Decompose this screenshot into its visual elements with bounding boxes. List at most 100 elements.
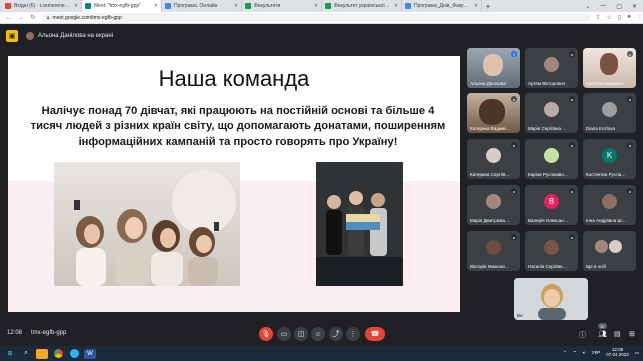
- present-button[interactable]: ⤴: [329, 327, 343, 341]
- share-icon[interactable]: ⇪: [596, 14, 601, 21]
- language-indicator[interactable]: УКР: [592, 350, 600, 355]
- mic-off-icon: 🎙︎: [261, 331, 271, 338]
- browser-tab[interactable]: Факультет української філолог…✕: [322, 0, 402, 12]
- camera-toggle-button[interactable]: ▭: [277, 327, 291, 341]
- camera-off-icon: ▭: [280, 331, 288, 338]
- star-icon[interactable]: ☆: [607, 14, 612, 21]
- info-icon[interactable]: ⓘ: [579, 330, 586, 340]
- more-participants-tile[interactable]: Ще 5 осіб: [583, 231, 636, 271]
- menu-icon[interactable]: ⋮: [637, 14, 643, 21]
- speaking-indicator-icon: ⦀: [511, 51, 517, 57]
- maximize-icon[interactable]: ▢: [616, 3, 622, 10]
- participant-tile[interactable]: ⌀ Катерина Сергіїв…: [467, 139, 520, 179]
- participant-tile[interactable]: ⌀ Інна Андріївна Ш…: [583, 185, 636, 225]
- participant-tile[interactable]: ⌀ Світлана Іванівна: [583, 48, 636, 88]
- browser-tab[interactable]: Програма. Онлайн ✕: [162, 0, 242, 12]
- browser-tab[interactable]: Вхідні (6) - t.semerene-vari@nu…✕: [2, 0, 82, 12]
- participant-tile[interactable]: ⌀ Артем Вікторович: [525, 48, 578, 88]
- leave-call-button[interactable]: ☎: [365, 327, 385, 341]
- participant-tile[interactable]: ⌀ Вікторія Миколаї…: [467, 231, 520, 271]
- meeting-time: 12:08: [7, 330, 23, 336]
- self-view-tile[interactable]: Ви: [514, 278, 588, 320]
- mic-off-icon: ⌀: [627, 188, 633, 194]
- close-window-icon[interactable]: ✕: [632, 3, 637, 10]
- meet-icon: [85, 3, 91, 9]
- word-icon[interactable]: W: [84, 348, 96, 359]
- chrome-icon[interactable]: [52, 349, 64, 359]
- participant-tile[interactable]: ⌀ Diana Kozlova: [583, 93, 636, 133]
- participant-name: Ви: [517, 313, 523, 318]
- participant-tile[interactable]: ⦀ Альона Данілова: [467, 48, 520, 88]
- close-icon[interactable]: ✕: [474, 3, 478, 9]
- chat-icon[interactable]: ▤: [614, 330, 621, 338]
- mic-off-icon: ⌀: [511, 234, 517, 240]
- notifications-icon[interactable]: ▭: [635, 350, 639, 356]
- avatar-letter: B: [544, 194, 559, 209]
- participant-name: Катерина Сергіїв…: [470, 172, 510, 177]
- participant-tile[interactable]: ⌀ Марія Сергіївна …: [525, 93, 578, 133]
- avatar: [26, 31, 34, 40]
- windows-start-icon[interactable]: ⊞: [4, 349, 16, 359]
- participant-tile[interactable]: ⌀ Наталія Сергіївн…: [525, 231, 578, 271]
- close-icon[interactable]: ✕: [74, 3, 78, 9]
- emoji-icon: ☺: [314, 330, 322, 338]
- profile-icon[interactable]: ●: [627, 14, 631, 21]
- back-icon[interactable]: ←: [6, 15, 12, 21]
- participant-name: Інна Андріївна Ш…: [586, 218, 627, 223]
- tab-label: Факультети: [254, 3, 281, 9]
- mic-off-icon: ⌀: [569, 96, 575, 102]
- tab-label: Програма_Днів_Факультету_2024…: [414, 3, 471, 9]
- presenter-info: Альона Данілова на екрані: [26, 31, 113, 40]
- team-photo-selfie: [54, 162, 240, 286]
- url-input[interactable]: 🔒︎ meet.google.com/tmx-egfb-gpp: [41, 13, 590, 22]
- participant-tile[interactable]: ⌀ Марія Дмитрієва…: [467, 185, 520, 225]
- search-icon[interactable]: ⌕: [20, 349, 32, 359]
- presenter-label: Альона Данілова на екрані: [38, 32, 113, 39]
- mic-toggle-button[interactable]: 🎙︎: [259, 327, 273, 341]
- participant-tile[interactable]: K ⌀ Костянтин Русла…: [583, 139, 636, 179]
- people-icon[interactable]: 👥︎: [598, 330, 607, 338]
- reactions-button[interactable]: ☺: [311, 327, 325, 341]
- activities-icon[interactable]: ⊞: [629, 330, 635, 338]
- participant-tile[interactable]: B ⌀ Валерія Олексан…: [525, 185, 578, 225]
- tab-label: Програма. Онлайн: [174, 3, 218, 9]
- telegram-icon[interactable]: [68, 349, 80, 359]
- clock[interactable]: 12:08 07.04.2023: [606, 347, 629, 358]
- participant-tile[interactable]: ⌀ Катерина Вадимі…: [467, 93, 520, 133]
- network-icon[interactable]: ⌔: [573, 350, 577, 356]
- sidepanel-icon[interactable]: ▯: [618, 14, 621, 21]
- mic-off-icon: ⌀: [569, 51, 575, 57]
- forward-icon[interactable]: →: [18, 15, 24, 21]
- window-controls: ⌄ — ▢ ✕: [585, 0, 643, 12]
- close-icon[interactable]: ✕: [234, 3, 238, 9]
- avatar-letter: K: [602, 148, 617, 163]
- close-icon[interactable]: ✕: [314, 3, 318, 9]
- participant-tile[interactable]: ⌀ Каріна Русланівн…: [525, 139, 578, 179]
- participant-name: Марія Сергіївна …: [528, 126, 567, 131]
- present-icon: ⤴: [332, 331, 340, 338]
- chevron-up-icon[interactable]: ⌃: [563, 350, 567, 356]
- browser-tab-strip: Вхідні (6) - t.semerene-vari@nu…✕ Meet: …: [0, 0, 643, 12]
- close-icon[interactable]: ✕: [154, 3, 158, 9]
- browser-tab[interactable]: Програма_Днів_Факультету_2024…✕: [402, 0, 482, 12]
- file-explorer-icon[interactable]: [36, 348, 48, 359]
- volume-icon[interactable]: 🔈︎: [583, 350, 586, 355]
- minimize-icon[interactable]: —: [600, 3, 606, 9]
- participant-name: Наталія Сергіївн…: [528, 264, 568, 269]
- captions-button[interactable]: ◫: [294, 327, 308, 341]
- group-illustration: [316, 162, 403, 286]
- tab-label: Meet: "tmx-egfb-gpp": [94, 3, 141, 9]
- participant-name: Валерія Олексан…: [528, 218, 569, 223]
- more-options-button[interactable]: ⋮: [346, 327, 360, 341]
- slide-body-text: Налічує понад 70 дівчат, які працюють на…: [30, 105, 446, 148]
- reload-icon[interactable]: ↻: [30, 14, 36, 21]
- new-tab-button[interactable]: +: [482, 0, 494, 12]
- mic-off-icon: ⌀: [627, 142, 633, 148]
- browser-tab-active[interactable]: Meet: "tmx-egfb-gpp" ✕: [82, 0, 162, 12]
- mic-off-icon: ⌀: [569, 188, 575, 194]
- browser-tab[interactable]: Факультети ✕: [242, 0, 322, 12]
- chevron-down-icon[interactable]: ⌄: [585, 3, 590, 10]
- close-icon[interactable]: ✕: [394, 3, 398, 9]
- mic-off-icon: ⌀: [511, 142, 517, 148]
- mic-off-icon: ⌀: [569, 142, 575, 148]
